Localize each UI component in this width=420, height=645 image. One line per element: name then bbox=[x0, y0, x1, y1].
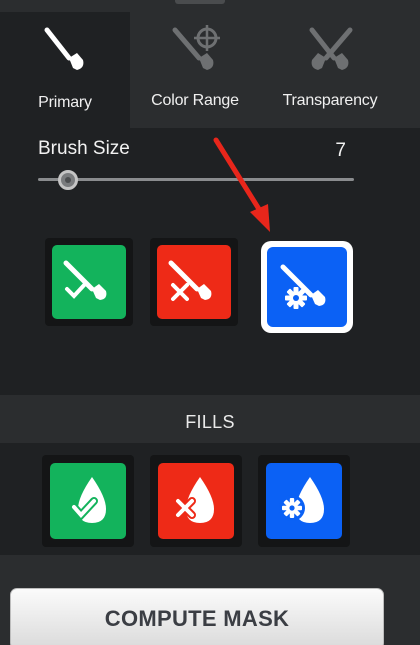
fills-panel bbox=[0, 443, 420, 555]
keep-fill-button[interactable] bbox=[50, 463, 126, 539]
crossed-brushes-icon bbox=[309, 27, 353, 70]
brush-panel: Brush Size 7 bbox=[0, 128, 420, 395]
panel-handle[interactable] bbox=[175, 0, 225, 4]
brush-gear-icon bbox=[280, 264, 326, 309]
auto-fill-button[interactable] bbox=[266, 463, 342, 539]
tab-primary-label: Primary bbox=[38, 94, 92, 111]
remove-brush-frame bbox=[150, 238, 238, 326]
tab-color-range[interactable]: Color Range bbox=[130, 12, 260, 128]
keep-brush-frame bbox=[45, 238, 133, 326]
auto-brush-selected-frame bbox=[261, 241, 353, 333]
auto-brush-button[interactable] bbox=[267, 247, 347, 327]
brush-size-label: Brush Size bbox=[38, 138, 130, 159]
drop-check-icon bbox=[70, 477, 106, 523]
brush-x-icon bbox=[168, 260, 212, 301]
remove-fill-frame bbox=[150, 455, 242, 547]
tab-transparency-label: Transparency bbox=[282, 92, 378, 109]
brush-size-slider-thumb[interactable] bbox=[58, 170, 78, 190]
brush-check-icon bbox=[63, 260, 107, 300]
compute-mask-button[interactable]: COMPUTE MASK bbox=[10, 588, 384, 645]
tab-transparency[interactable]: Transparency bbox=[262, 12, 398, 128]
tab-bar: Primary Color Range Transparency bbox=[0, 12, 420, 128]
brush-icon bbox=[44, 27, 84, 70]
fills-header: FILLS bbox=[0, 395, 420, 443]
auto-fill-frame bbox=[258, 455, 350, 547]
remove-fill-button[interactable] bbox=[158, 463, 234, 539]
drop-x-icon bbox=[174, 477, 214, 523]
tab-color-range-label: Color Range bbox=[151, 92, 239, 109]
drop-gear-icon bbox=[279, 477, 324, 523]
keep-brush-button[interactable] bbox=[52, 245, 126, 319]
tab-primary[interactable]: Primary bbox=[0, 12, 130, 128]
brush-target-icon bbox=[172, 25, 220, 70]
compute-mask-label: COMPUTE MASK bbox=[104, 606, 290, 631]
keep-fill-frame bbox=[42, 455, 134, 547]
remove-brush-button[interactable] bbox=[157, 245, 231, 319]
fills-title: FILLS bbox=[185, 412, 235, 432]
top-strip bbox=[0, 0, 420, 12]
brush-size-value: 7 bbox=[335, 140, 346, 161]
brush-size-slider[interactable] bbox=[38, 178, 354, 181]
